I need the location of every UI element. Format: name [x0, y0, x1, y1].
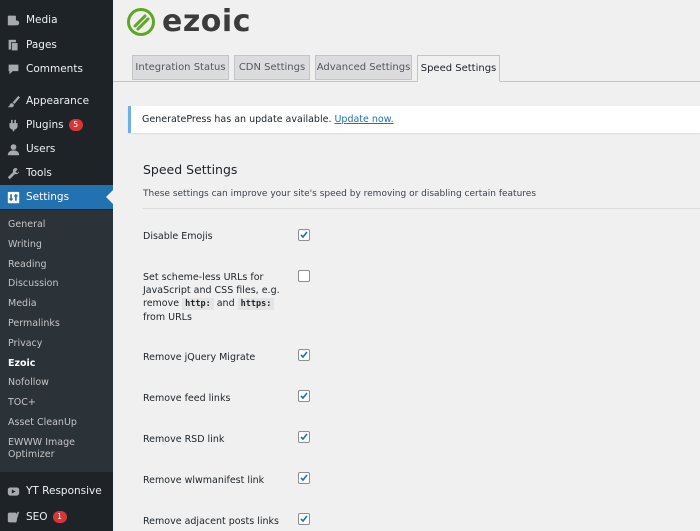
- submenu-item-general[interactable]: General: [8, 219, 108, 231]
- section-divider: [143, 208, 700, 209]
- checkbox-disable-emojis[interactable]: [298, 229, 310, 241]
- sidebar-item-media[interactable]: Media: [0, 8, 113, 32]
- check-icon: [300, 392, 308, 400]
- checkbox-remove-jquery-migrate[interactable]: [298, 349, 310, 361]
- section-description: These settings can improve your site's s…: [143, 189, 537, 199]
- ezoic-logo-icon: [127, 7, 155, 36]
- checkbox-scheme-less-urls[interactable]: [298, 270, 310, 282]
- users-icon: [6, 142, 20, 156]
- pages-icon: [6, 38, 20, 52]
- tools-icon: [6, 166, 20, 180]
- admin-sidebar: Media Pages Comments Appearance Plugins …: [0, 0, 113, 531]
- setting-label-remove-jquery-migrate: Remove jQuery Migrate: [143, 352, 256, 363]
- sidebar-item-label: Users: [26, 143, 56, 155]
- submenu-item-reading[interactable]: Reading: [8, 259, 108, 271]
- setting-label-remove-rsd-link: Remove RSD link: [143, 434, 225, 445]
- tab-advanced-settings[interactable]: Advanced Settings: [315, 55, 412, 80]
- sidebar-item-pages[interactable]: Pages: [0, 33, 113, 57]
- sidebar-item-settings[interactable]: Settings: [0, 185, 113, 209]
- sidebar-item-users[interactable]: Users: [0, 137, 113, 161]
- ezoic-logo-text: ezoic: [162, 4, 251, 39]
- sidebar-item-label: Tools: [26, 167, 52, 179]
- checkbox-remove-adjacent-posts-links[interactable]: [298, 513, 310, 525]
- section-title: Speed Settings: [143, 162, 238, 177]
- submenu-item-toc[interactable]: TOC+: [8, 397, 108, 409]
- seo-notification-badge: 1: [52, 511, 67, 523]
- submenu-item-ezoic[interactable]: Ezoic: [8, 358, 108, 370]
- sidebar-item-seo[interactable]: SEO 1: [0, 505, 113, 529]
- check-icon: [300, 231, 308, 239]
- sidebar-item-label: YT Responsive: [26, 485, 102, 497]
- settings-icon: [6, 190, 20, 204]
- submenu-item-privacy[interactable]: Privacy: [8, 338, 108, 350]
- sidebar-item-yt-responsive[interactable]: YT Responsive: [0, 479, 113, 503]
- tab-baseline: [113, 81, 700, 82]
- setting-label-disable-emojis: Disable Emojis: [143, 231, 213, 242]
- check-icon: [300, 351, 308, 359]
- settings-submenu: General Writing Reading Discussion Media…: [0, 210, 113, 472]
- submenu-item-asset-cleanup[interactable]: Asset CleanUp: [8, 417, 108, 429]
- sidebar-item-label: Appearance: [26, 95, 90, 107]
- submenu-item-ewww[interactable]: EWWW Image Optimizer: [8, 437, 108, 461]
- sidebar-item-plugins[interactable]: Plugins 5: [0, 113, 113, 137]
- checkbox-remove-rsd-link[interactable]: [298, 431, 310, 443]
- submenu-item-nofollow[interactable]: Nofollow: [8, 377, 108, 389]
- sidebar-item-label: Media: [26, 14, 58, 26]
- check-icon: [300, 474, 308, 482]
- label-part: from URLs: [143, 312, 192, 323]
- submenu-item-writing[interactable]: Writing: [8, 239, 108, 251]
- ezoic-logo: ezoic: [126, 4, 251, 39]
- submenu-item-permalinks[interactable]: Permalinks: [8, 318, 108, 330]
- sidebar-item-tools[interactable]: Tools: [0, 161, 113, 185]
- sidebar-item-comments[interactable]: Comments: [0, 57, 113, 81]
- sidebar-item-label: Plugins: [26, 119, 64, 131]
- update-notice: GeneratePress has an update available. U…: [128, 106, 700, 133]
- tab-cdn-settings[interactable]: CDN Settings: [234, 55, 310, 80]
- check-icon: [300, 515, 308, 523]
- setting-label-remove-adjacent-posts-links: Remove adjacent posts links: [143, 516, 279, 527]
- comments-icon: [6, 62, 20, 76]
- setting-label-scheme-less-urls: Set scheme-less URLs for JavaScript and …: [143, 271, 283, 324]
- plugins-update-badge: 5: [68, 119, 83, 131]
- update-now-link[interactable]: Update now.: [334, 114, 393, 125]
- tab-speed-settings[interactable]: Speed Settings: [417, 55, 500, 82]
- current-menu-arrow: [106, 190, 113, 204]
- youtube-icon: [6, 484, 20, 498]
- sidebar-item-label: Settings: [26, 191, 70, 203]
- sidebar-item-label: SEO: [26, 511, 48, 523]
- notice-text: GeneratePress has an update available.: [142, 114, 332, 125]
- setting-label-remove-wlwmanifest-link: Remove wlwmanifest link: [143, 475, 265, 486]
- code-http: http:: [182, 298, 214, 310]
- tab-integration-status[interactable]: Integration Status: [132, 55, 229, 80]
- sidebar-item-label: Pages: [26, 39, 57, 51]
- code-https: https:: [237, 298, 275, 310]
- yoast-icon: [6, 510, 20, 524]
- checkbox-remove-wlwmanifest-link[interactable]: [298, 472, 310, 484]
- label-part: and: [216, 298, 235, 309]
- sidebar-item-label: Comments: [26, 63, 83, 75]
- setting-label-remove-feed-links: Remove feed links: [143, 393, 231, 404]
- plugins-icon: [6, 118, 20, 132]
- check-icon: [300, 433, 308, 441]
- submenu-item-media[interactable]: Media: [8, 298, 108, 310]
- submenu-item-discussion[interactable]: Discussion: [8, 278, 108, 290]
- checkbox-remove-feed-links[interactable]: [298, 390, 310, 402]
- appearance-icon: [6, 94, 20, 108]
- sidebar-item-appearance[interactable]: Appearance: [0, 89, 113, 113]
- media-icon: [6, 13, 20, 27]
